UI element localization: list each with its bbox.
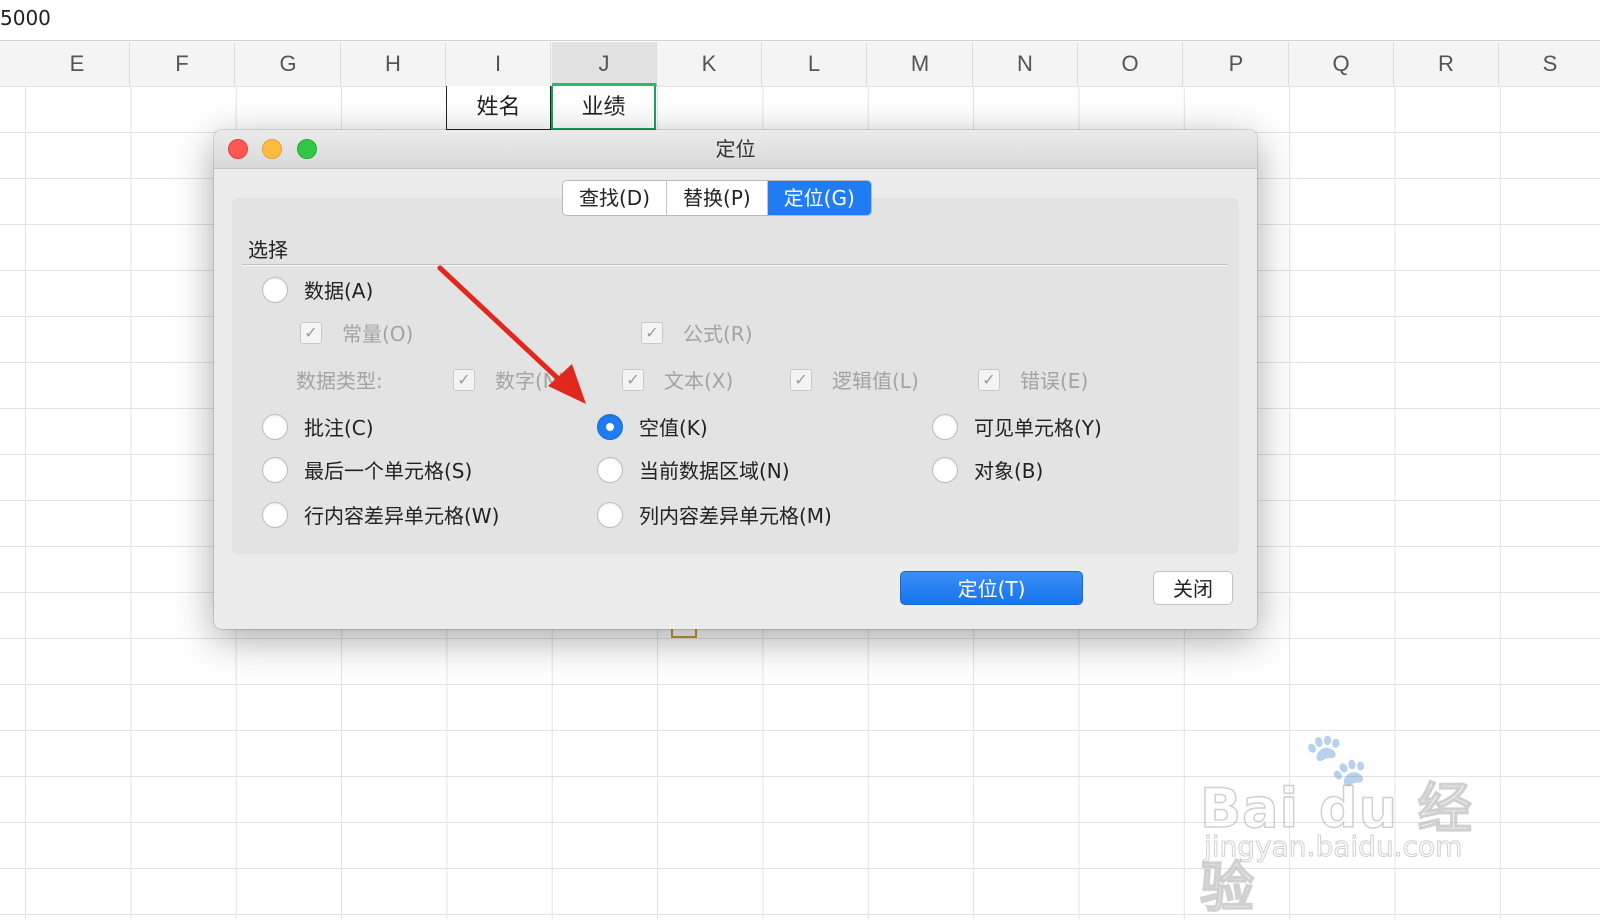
tab-find[interactable]: 查找(D) [563,181,668,215]
go-to-button[interactable]: 定位(T) [900,571,1083,605]
radio-icon[interactable] [597,501,623,528]
radio-icon[interactable] [597,456,623,483]
radio-icon[interactable] [262,413,288,440]
checkbox-error[interactable]: ✓ 错误(E) [978,365,1088,394]
checkmark-icon: ✓ [453,368,475,391]
option-current-region[interactable]: 当前数据区域(N) [597,455,790,484]
checkbox-constants[interactable]: ✓ 常量(O) [300,318,413,347]
checkbox-text[interactable]: ✓ 文本(X) [622,365,733,394]
checkbox-formulas[interactable]: ✓ 公式(R) [641,318,753,347]
radio-icon[interactable] [932,456,958,483]
radio-icon[interactable] [932,413,958,440]
tab-replace[interactable]: 替换(P) [667,181,768,215]
tab-goto[interactable]: 定位(G) [767,181,871,215]
option-blanks[interactable]: 空值(K) [597,412,708,441]
option-last-cell-label: 最后一个单元格(S) [304,459,473,483]
section-label: 选择 [248,238,288,262]
checkbox-number[interactable]: ✓ 数字(N) [453,365,566,394]
checkbox-formulas-label: 公式(R) [683,322,753,346]
column-header-s[interactable]: S [1500,42,1600,86]
checkmark-icon: ✓ [300,321,322,344]
option-objects-label: 对象(B) [974,459,1044,483]
option-current-region-label: 当前数据区域(N) [639,459,790,483]
column-header-l[interactable]: L [762,42,867,86]
option-column-differences[interactable]: 列内容差异单元格(M) [597,500,832,529]
cell-score-header[interactable]: 业绩 [551,86,656,130]
dialog-tabs: 查找(D) 替换(P) 定位(G) [562,180,872,216]
column-header-k[interactable]: K [657,42,762,86]
checkmark-icon: ✓ [641,321,663,344]
dialog-titlebar[interactable]: 定位 [214,130,1257,169]
option-last-cell[interactable]: 最后一个单元格(S) [262,455,472,484]
option-data-label: 数据(A) [304,279,374,303]
close-button[interactable]: 关闭 [1153,571,1233,605]
checkbox-error-label: 错误(E) [1020,369,1089,393]
column-header-g[interactable]: G [236,42,341,86]
goto-dialog: 定位 查找(D) 替换(P) 定位(G) 选择 数据(A) ✓ 常量(O) ✓ … [214,130,1257,629]
option-comments[interactable]: 批注(C) [262,412,374,441]
checkbox-number-label: 数字(N) [495,369,566,393]
column-header-p[interactable]: P [1184,42,1289,86]
checkmark-icon: ✓ [978,368,1000,391]
checkmark-icon: ✓ [790,368,812,391]
column-header-o[interactable]: O [1078,42,1183,86]
column-header-r[interactable]: R [1394,42,1499,86]
column-header-j[interactable]: J [552,42,657,86]
cell-name-header[interactable]: 姓名 [446,86,551,130]
column-header-e[interactable]: E [25,42,130,86]
radio-selected-icon[interactable] [597,413,623,440]
option-objects[interactable]: 对象(B) [932,455,1043,484]
option-comments-label: 批注(C) [304,416,374,440]
baidu-watermark: 🐾 Bai du 经验 jingyan.baidu.com [1199,730,1500,920]
option-row-differences-label: 行内容差异单元格(W) [304,504,500,528]
checkbox-text-label: 文本(X) [664,369,734,393]
option-row-differences[interactable]: 行内容差异单元格(W) [262,500,499,529]
checkbox-constants-label: 常量(O) [342,322,414,346]
option-column-differences-label: 列内容差异单元格(M) [639,504,832,528]
formula-value: 5000 [0,6,51,30]
column-header-bar: E F G H I J K L M N O P Q R S [0,42,1600,87]
option-data[interactable]: 数据(A) [262,275,373,304]
formula-bar[interactable]: 5000 [0,0,1600,41]
option-blanks-label: 空值(K) [639,416,708,440]
radio-icon[interactable] [262,456,288,483]
column-header-h[interactable]: H [341,42,446,86]
checkbox-logical-label: 逻辑值(L) [832,369,919,393]
section-divider [242,264,1228,266]
checkbox-logical[interactable]: ✓ 逻辑值(L) [790,365,919,394]
option-visible-cells[interactable]: 可见单元格(Y) [932,412,1102,441]
watermark-url: jingyan.baidu.com [1203,830,1463,864]
radio-icon[interactable] [262,276,288,303]
column-header-m[interactable]: M [868,42,973,86]
checkmark-icon: ✓ [622,368,644,391]
column-header-i[interactable]: I [446,42,551,86]
radio-icon[interactable] [262,501,288,528]
column-header-n[interactable]: N [973,42,1078,86]
column-header-f[interactable]: F [130,42,235,86]
option-visible-cells-label: 可见单元格(Y) [974,416,1102,440]
data-type-label: 数据类型: [296,369,383,393]
dialog-title: 定位 [715,137,756,161]
column-header-q[interactable]: Q [1289,42,1394,86]
